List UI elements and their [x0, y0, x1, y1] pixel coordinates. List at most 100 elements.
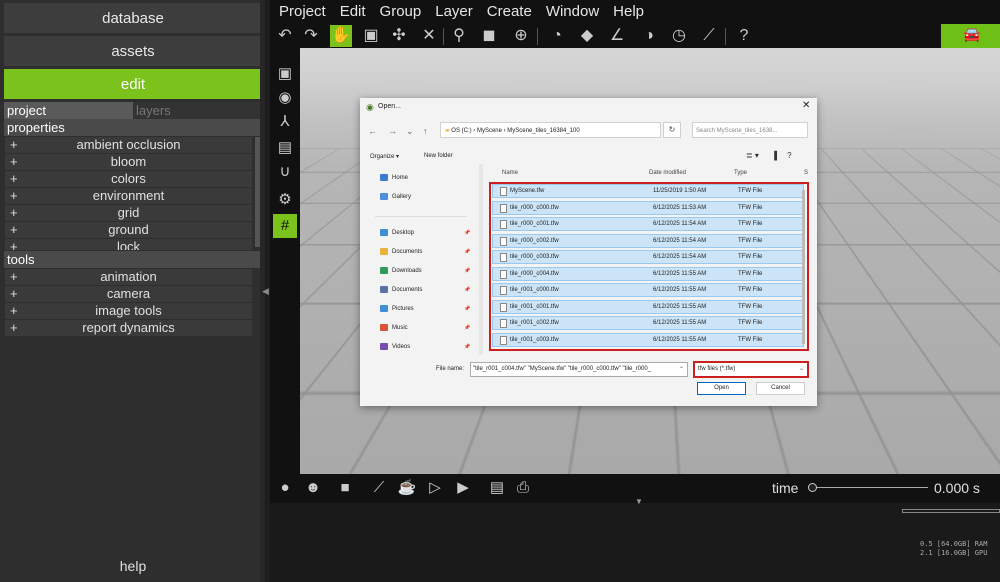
pin-icon[interactable]: 📌 [464, 344, 470, 350]
time-slider-handle[interactable] [808, 483, 817, 492]
column-name[interactable]: Name [502, 170, 518, 176]
pin-icon[interactable]: 📌 [464, 230, 470, 236]
up-icon[interactable]: ↑ [423, 126, 428, 136]
expand-plus-icon[interactable]: + [10, 269, 18, 285]
expand-plus-icon[interactable]: + [10, 154, 18, 170]
move-icon[interactable]: ⊕ [510, 25, 532, 47]
property-item[interactable]: + grid [5, 205, 252, 221]
nav-item[interactable]: Home [380, 174, 408, 181]
preview-pane-icon[interactable]: ▐ [771, 151, 777, 160]
tool-item[interactable]: + camera [5, 286, 252, 302]
zoom-icon[interactable]: ⚲ [448, 25, 470, 47]
axes-icon[interactable]: ⅄ [273, 110, 297, 134]
magnet-icon[interactable]: ∪ [273, 160, 297, 184]
settings-icon[interactable]: ⚙ [273, 188, 297, 212]
nav-scrollbar[interactable] [479, 164, 483, 354]
protractor-icon[interactable]: ◑ [638, 25, 660, 47]
nav-item[interactable]: Downloads [380, 267, 422, 274]
record-frame-icon[interactable]: ▶ [452, 477, 474, 499]
view-options[interactable]: ≣ ▾ ▐ ? [746, 151, 792, 160]
dial-icon[interactable]: ◷ [668, 25, 690, 47]
file-list-scrollbar[interactable] [802, 190, 805, 344]
film-icon[interactable]: ▤ [273, 136, 297, 160]
pane-expand-icon[interactable]: ▼ [635, 497, 643, 506]
tool-item[interactable]: + report dynamics [5, 320, 252, 336]
help-button[interactable]: help [4, 552, 262, 580]
back-icon[interactable]: ← [368, 126, 377, 136]
nav-item[interactable]: Desktop [380, 229, 414, 236]
refresh-button[interactable]: ↻ [663, 122, 681, 138]
tab-project[interactable]: project [4, 102, 133, 119]
grid-icon[interactable]: # [273, 214, 297, 238]
new-folder-button[interactable]: New folder [424, 153, 453, 159]
pin-icon[interactable]: 📌 [464, 306, 470, 312]
square-icon[interactable]: ■ [334, 477, 356, 499]
property-item[interactable]: + environment [5, 188, 252, 204]
tab-layers[interactable]: layers [133, 102, 262, 119]
property-item[interactable]: + ambient occlusion [5, 137, 252, 153]
menu-window[interactable]: Window [546, 0, 599, 24]
menu-project[interactable]: Project [279, 0, 326, 24]
nav-item[interactable]: Pictures [380, 305, 414, 312]
column-type[interactable]: Type [734, 170, 747, 176]
sphere-icon[interactable]: ● [274, 477, 296, 499]
edit-button[interactable]: edit [4, 69, 262, 99]
assets-button[interactable]: assets [4, 36, 262, 66]
expand-plus-icon[interactable]: + [10, 205, 18, 221]
hand-icon[interactable]: ✋ [330, 25, 352, 47]
chevron-down-icon[interactable]: ⌄ [799, 365, 804, 372]
property-item[interactable]: + bloom [5, 154, 252, 170]
tag-icon[interactable]: ◆ [576, 25, 598, 47]
close-icon[interactable]: ✕ [802, 100, 810, 111]
property-item[interactable]: + ground [5, 222, 252, 238]
search-input[interactable]: Search MyScene_tiles_1638... [692, 122, 808, 138]
expand-plus-icon[interactable]: + [10, 137, 18, 153]
nav-item[interactable]: Music [380, 324, 408, 331]
expand-plus-icon[interactable]: + [10, 171, 18, 187]
expand-plus-icon[interactable]: + [10, 239, 18, 250]
expand-plus-icon[interactable]: + [10, 222, 18, 238]
column-size[interactable]: S [804, 170, 808, 176]
time-slider[interactable] [810, 487, 928, 488]
pin-icon[interactable]: 📌 [464, 325, 470, 331]
organize-button[interactable]: Organize ▾ [370, 153, 399, 160]
pin-icon[interactable]: 📌 [464, 249, 470, 255]
database-button[interactable]: database [4, 3, 262, 33]
property-item[interactable]: + lock [5, 239, 252, 250]
menu-help[interactable]: Help [613, 0, 644, 24]
help-icon[interactable]: ? [733, 25, 755, 47]
measure-icon[interactable]: ◔ [546, 25, 568, 47]
file-type-select[interactable]: tfw files (*.tfw) [693, 361, 809, 378]
recent-dropdown-icon[interactable]: ⌄ [406, 126, 414, 137]
property-item[interactable]: + colors [5, 171, 252, 187]
collapse-arrow-icon[interactable]: ◀ [262, 286, 269, 297]
list-view-icon[interactable]: ≣ ▾ [746, 151, 759, 160]
column-date-modified[interactable]: Date modified [649, 170, 686, 176]
tool-item[interactable]: + image tools [5, 303, 252, 319]
ruler-icon[interactable]: ⟋ [698, 25, 720, 47]
delete-icon[interactable]: ✕ [418, 25, 440, 47]
menu-create[interactable]: Create [487, 0, 532, 24]
pin-icon[interactable]: 📌 [464, 268, 470, 274]
menu-edit[interactable]: Edit [340, 0, 366, 24]
menu-layer[interactable]: Layer [435, 0, 473, 24]
expand-plus-icon[interactable]: + [10, 188, 18, 204]
nav-item[interactable]: Documents [380, 248, 422, 255]
file-name-input[interactable]: "tile_r001_c004.tfw" "MyScene.tfw" "tile… [470, 362, 688, 377]
camera-view-icon[interactable]: ▣ [273, 62, 297, 86]
expand-plus-icon[interactable]: + [10, 303, 18, 319]
tool-item[interactable]: + animation [5, 269, 252, 285]
graph-icon[interactable]: ⟋ [368, 477, 390, 499]
chevron-down-icon[interactable]: ⌄ [679, 363, 684, 370]
record-icon[interactable]: ◉ [273, 86, 297, 110]
head-icon[interactable]: ☻ [302, 477, 324, 499]
menu-group[interactable]: Group [380, 0, 422, 24]
angle-icon[interactable]: ∠ [606, 25, 628, 47]
snap-icon[interactable]: ✣ [388, 25, 410, 47]
document-icon[interactable]: ▤ [486, 477, 508, 499]
cube-icon[interactable]: ◼ [478, 25, 500, 47]
properties-title[interactable]: properties [4, 119, 262, 136]
cancel-button[interactable]: Cancel [756, 382, 805, 395]
forward-icon[interactable]: → [388, 126, 397, 136]
open-button[interactable]: Open [697, 382, 746, 395]
